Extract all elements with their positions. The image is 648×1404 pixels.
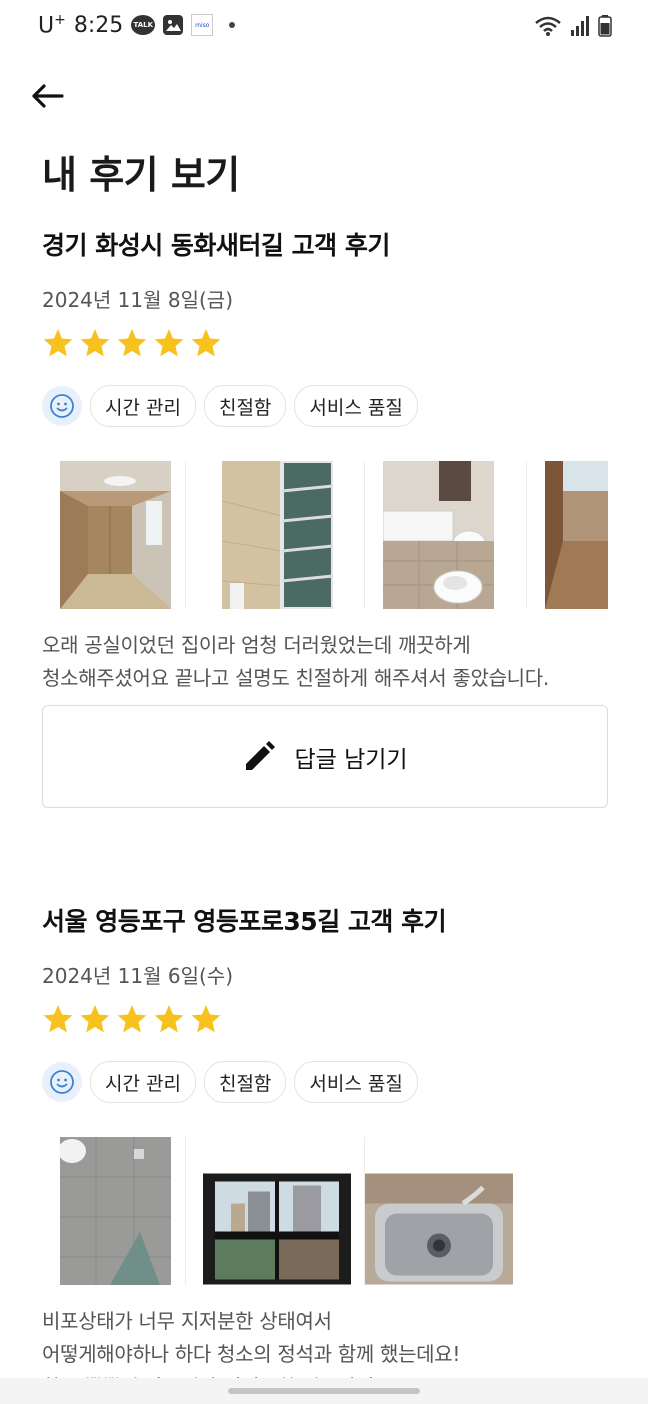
- shower-corner-photo[interactable]: [60, 1137, 171, 1285]
- tag-chip: 서비스 품질: [294, 1061, 418, 1103]
- review-photos[interactable]: [42, 461, 608, 611]
- star-icon: [154, 1005, 184, 1033]
- pencil-icon: [246, 740, 276, 770]
- reply-button-label: 답글 남기기: [294, 746, 408, 773]
- balcony-photo[interactable]: [222, 461, 333, 609]
- review-text-line: 오래 공실이었던 집이라 엄청 더러웠었는데 깨끗하게: [42, 633, 471, 657]
- tag-chip: 친절함: [203, 385, 287, 427]
- more-notifications-dot: [229, 22, 236, 29]
- smile-icon: [42, 386, 82, 426]
- miso-app-notification-icon: miso: [191, 14, 214, 37]
- window-photo[interactable]: [203, 1155, 351, 1287]
- review-date: 2024년 11월 6일(수): [42, 964, 233, 988]
- gallery-notification-icon: [163, 15, 184, 36]
- empty-room-photo[interactable]: [60, 461, 171, 609]
- review-title: 서울 영등포구 영등포로35길 고객 후기: [42, 907, 447, 936]
- review-text: 오래 공실이었던 집이라 엄청 더러웠었는데 깨끗하게 청소해주셨어요 끝나고 …: [42, 629, 608, 695]
- star-icon: [117, 1005, 147, 1033]
- photo-divider: [364, 461, 365, 609]
- reply-button[interactable]: 답글 남기기: [42, 705, 608, 808]
- clock: 8:25: [73, 12, 124, 38]
- review-photos[interactable]: [42, 1137, 608, 1287]
- tag-chip: 시간 관리: [90, 385, 196, 427]
- review-card: 경기 화성시 동화새터길 고객 후기 2024년 11월 8일(금) 시간 관리…: [42, 226, 608, 695]
- photo-divider: [185, 1137, 186, 1285]
- home-indicator[interactable]: [228, 1388, 420, 1394]
- star-rating: [42, 1003, 608, 1035]
- star-icon: [117, 329, 147, 357]
- star-icon: [43, 329, 73, 357]
- carrier-label: U+: [38, 12, 66, 39]
- tag-chip: 서비스 품질: [294, 385, 418, 427]
- review-title: 경기 화성시 동화새터길 고객 후기: [42, 231, 390, 260]
- star-icon: [80, 1005, 110, 1033]
- hallway-photo[interactable]: [545, 461, 608, 609]
- tag-chip: 시간 관리: [90, 1061, 196, 1103]
- review-tags: 시간 관리 친절함 서비스 품질: [42, 385, 608, 427]
- photo-divider: [185, 461, 186, 609]
- kakaotalk-notification-icon: TALK: [131, 15, 156, 36]
- battery-icon: [598, 15, 612, 37]
- star-icon: [43, 1005, 73, 1033]
- star-rating: [42, 327, 608, 359]
- star-icon: [154, 329, 184, 357]
- star-icon: [80, 329, 110, 357]
- signal-icon: [571, 16, 589, 36]
- review-text-line: 어떻게해야하나 하다 청소의 정석과 함께 했는데요!: [42, 1342, 461, 1366]
- star-icon: [191, 1005, 221, 1033]
- back-arrow-icon: [32, 84, 64, 108]
- smile-icon: [42, 1062, 82, 1102]
- review-text-line: 비포상태가 너무 지저분한 상태여서: [42, 1309, 332, 1333]
- review-date: 2024년 11월 8일(금): [42, 288, 233, 312]
- photo-divider: [526, 461, 527, 609]
- wifi-icon: [535, 16, 561, 36]
- review-text-line: 청소해주셨어요 끝나고 설명도 친절하게 해주셔서 좋았습니다.: [42, 666, 549, 690]
- review-tags: 시간 관리 친절함 서비스 품질: [42, 1061, 608, 1103]
- page-title: 내 후기 보기: [42, 153, 240, 197]
- sink-photo[interactable]: [365, 1155, 513, 1287]
- status-bar: U+ 8:25 TALK miso: [0, 0, 648, 56]
- tag-chip: 친절함: [203, 1061, 287, 1103]
- back-button[interactable]: [28, 76, 68, 116]
- review-card: 서울 영등포구 영등포로35길 고객 후기 2024년 11월 6일(수) 시간…: [42, 902, 608, 1404]
- bathroom-photo[interactable]: [383, 461, 494, 609]
- star-icon: [191, 329, 221, 357]
